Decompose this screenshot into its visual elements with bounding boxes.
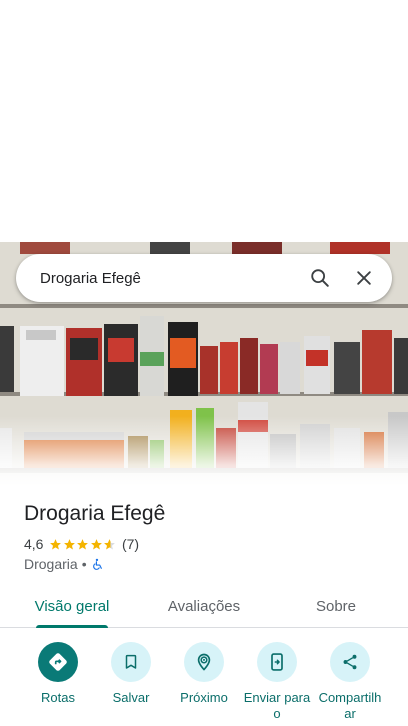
share-label: Compartilhar [318,690,382,721]
save-label: Salvar [112,690,150,705]
bookmark-icon [125,654,137,669]
share-icon [343,654,357,670]
nearby-label: Próximo [180,690,228,705]
directions-icon [49,653,67,671]
category-row: Drogaria • [24,556,104,572]
star-full-icon [50,538,62,549]
share-button[interactable]: Compartilhar [310,642,390,722]
rating-row[interactable]: 4,6 (7) [24,536,139,552]
clear-search-button[interactable] [342,256,386,300]
search-bar[interactable]: Drogaria Efegê [16,254,392,302]
place-tabs: Visão geral Avaliações Sobre [0,584,408,628]
send-to-phone-icon [271,653,283,671]
nearby-button-circle[interactable] [184,642,224,682]
search-query[interactable]: Drogaria Efegê [16,270,298,287]
tab-about[interactable]: Sobre [286,584,386,628]
tab-reviews[interactable]: Avaliações [154,584,254,628]
rating-value: 4,6 [24,536,44,552]
star-full-icon [77,538,89,549]
active-tab-indicator [36,625,108,628]
close-icon [357,271,371,285]
nearby-icon [197,653,211,671]
send-to-phone-button[interactable]: Enviar para o [237,642,317,722]
save-button[interactable]: Salvar [91,642,171,706]
review-count: (7) [121,536,140,552]
tab-overview[interactable]: Visão geral [22,584,122,628]
share-button-circle[interactable] [330,642,370,682]
wheelchair-accessible-icon [92,558,102,570]
send-to-phone-label: Enviar para o [243,690,311,721]
directions-button-circle[interactable] [38,642,78,682]
send-to-phone-button-circle[interactable] [257,642,297,682]
place-screen: Drogaria Efegê Drogaria Efegê 4,6 (7) Dr… [0,0,408,726]
star-full-icon [91,538,102,549]
photo-fade-overlay [0,416,408,486]
place-category: Drogaria [24,556,78,572]
place-title: Drogaria Efegê [24,502,166,525]
rating-stars [49,538,117,551]
directions-button[interactable]: Rotas [18,642,98,706]
search-button[interactable] [298,256,342,300]
nearby-button[interactable]: Próximo [164,642,244,706]
separator-dot: • [81,556,87,572]
star-full-icon [64,538,75,549]
search-icon [311,269,329,287]
star-half-icon [104,538,116,549]
directions-label: Rotas [41,690,75,705]
save-button-circle[interactable] [111,642,151,682]
